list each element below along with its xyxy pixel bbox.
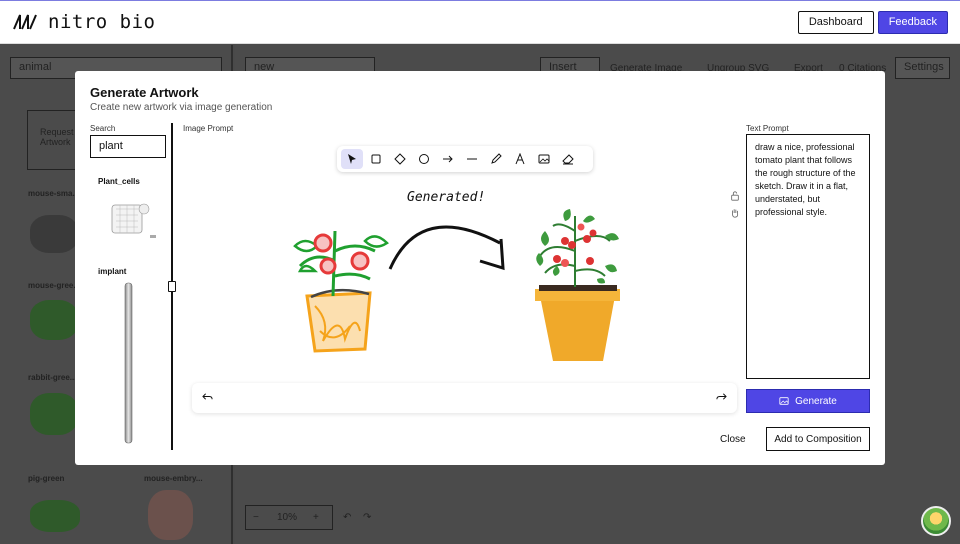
dashboard-button[interactable]: Dashboard bbox=[797, 10, 874, 34]
pencil-icon[interactable] bbox=[485, 149, 507, 169]
mouse-green-thumbnail[interactable] bbox=[30, 300, 78, 340]
feedback-button[interactable]: Feedback bbox=[877, 10, 948, 34]
arrow-icon[interactable] bbox=[437, 149, 459, 169]
result-label: implant bbox=[98, 267, 127, 276]
sketch-pot bbox=[305, 288, 372, 353]
canvas-history-bar bbox=[192, 383, 737, 413]
rectangle-icon[interactable] bbox=[365, 149, 387, 169]
generated-tomato-plant bbox=[535, 209, 620, 361]
result-label: Plant_cells bbox=[98, 177, 140, 186]
zoom-out-button[interactable]: − bbox=[253, 512, 259, 523]
drawing-toolbar bbox=[337, 146, 593, 172]
modal-subtitle: Create new artwork via image generation bbox=[90, 102, 273, 113]
mouse-thumbnail[interactable] bbox=[30, 215, 78, 253]
canvas-side-tools bbox=[726, 189, 744, 225]
image-prompt-label: Image Prompt bbox=[183, 124, 234, 133]
undo-icon[interactable]: ↶ bbox=[343, 512, 351, 523]
text-prompt-label: Text Prompt bbox=[746, 124, 789, 133]
pig-green-thumbnail[interactable] bbox=[30, 500, 80, 532]
search-label: Search bbox=[90, 124, 116, 133]
list-item-label: mouse-embry... bbox=[144, 474, 203, 483]
avatar[interactable] bbox=[921, 506, 951, 536]
generate-artwork-modal: Generate Artwork Create new artwork via … bbox=[75, 71, 885, 465]
mouse-embryo-thumbnail[interactable] bbox=[148, 490, 193, 540]
sketch-annotation: Generated! bbox=[407, 190, 486, 205]
redo-icon[interactable]: ↷ bbox=[363, 512, 371, 523]
lock-icon[interactable] bbox=[728, 189, 742, 203]
top-navbar: nitro bio Dashboard Feedback bbox=[0, 0, 960, 44]
add-to-composition-button[interactable]: Add to Composition bbox=[766, 427, 870, 451]
select-icon[interactable] bbox=[341, 149, 363, 169]
modal-title: Generate Artwork bbox=[90, 85, 199, 100]
generate-button[interactable]: Generate bbox=[746, 389, 870, 413]
text-icon[interactable] bbox=[509, 149, 531, 169]
redo-icon[interactable] bbox=[716, 391, 727, 405]
sketch-canvas[interactable] bbox=[275, 181, 675, 381]
search-input[interactable]: plant bbox=[90, 135, 166, 158]
list-item-label: rabbit-gree... bbox=[28, 373, 77, 382]
logo[interactable]: nitro bio bbox=[12, 11, 155, 33]
close-button[interactable]: Close bbox=[720, 434, 746, 445]
zoom-level: 10% bbox=[277, 512, 298, 523]
undo-icon[interactable] bbox=[202, 391, 213, 405]
app-name: nitro bio bbox=[48, 11, 156, 33]
image-icon bbox=[779, 397, 789, 405]
rabbit-green-thumbnail[interactable] bbox=[30, 393, 78, 435]
settings-button[interactable]: Settings bbox=[895, 57, 950, 79]
diamond-icon[interactable] bbox=[389, 149, 411, 169]
text-prompt-textarea[interactable]: draw a nice, professional tomato plant t… bbox=[746, 134, 870, 379]
list-item-label: mouse-gree... bbox=[28, 281, 81, 290]
line-icon[interactable] bbox=[461, 149, 483, 169]
implant-thumbnail[interactable] bbox=[124, 281, 134, 445]
zoom-in-button[interactable]: + bbox=[313, 512, 319, 523]
list-item-label: mouse-sma... bbox=[28, 189, 80, 198]
eraser-icon[interactable] bbox=[557, 149, 579, 169]
generate-label: Generate bbox=[795, 395, 837, 407]
image-icon[interactable] bbox=[533, 149, 555, 169]
list-item-label: pig-green bbox=[28, 474, 65, 483]
ellipse-icon[interactable] bbox=[413, 149, 435, 169]
hand-icon[interactable] bbox=[728, 206, 742, 220]
sketch-plant bbox=[293, 230, 389, 297]
request-artwork-label: Request Artwork bbox=[40, 127, 74, 147]
plant-cells-thumbnail[interactable] bbox=[106, 195, 158, 243]
logo-icon bbox=[13, 14, 37, 30]
resize-handle[interactable] bbox=[168, 281, 176, 292]
